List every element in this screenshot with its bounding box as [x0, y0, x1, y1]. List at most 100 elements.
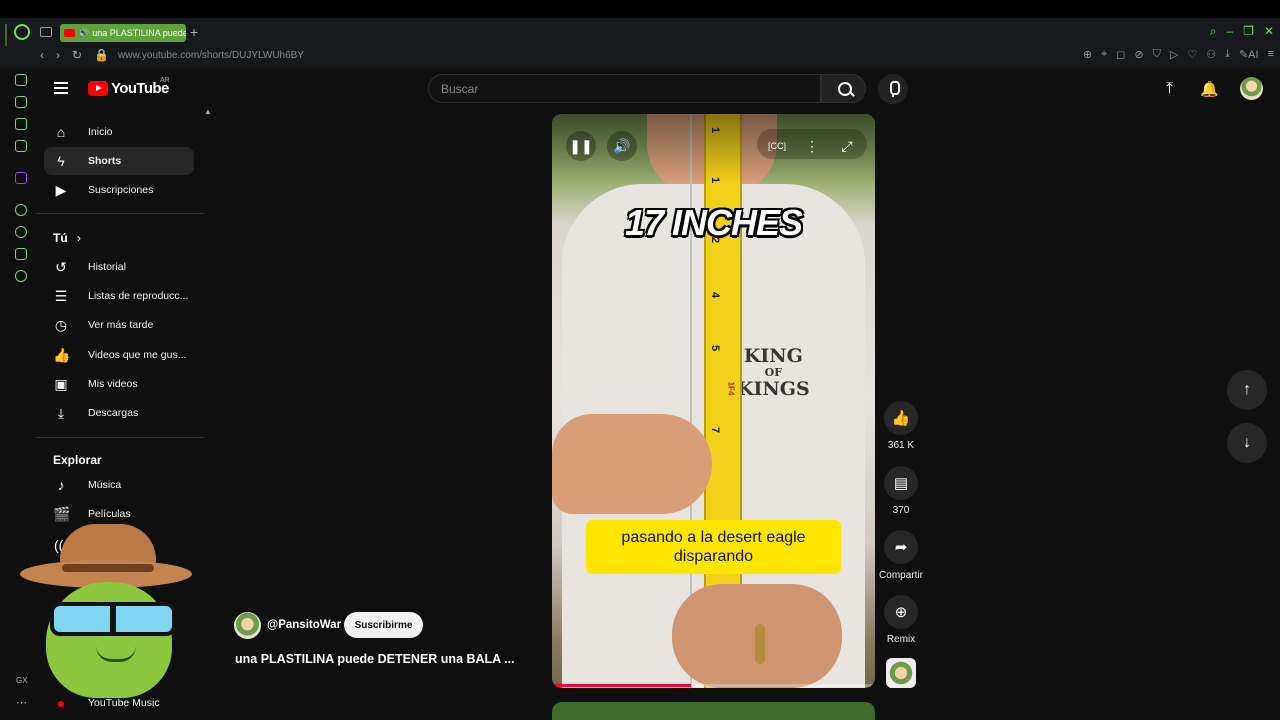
shirt-print: KING OF KINGS [737, 346, 810, 400]
tab-audio-icon[interactable]: 🔊 [78, 28, 89, 39]
gx-store-icon[interactable] [15, 96, 27, 108]
ai-label: AI [1248, 49, 1259, 61]
zoom-icon[interactable]: ⊕ [1083, 48, 1092, 61]
sidebar-explore-heading: Explorar [53, 453, 102, 467]
player-icon[interactable]: ▷ [1170, 48, 1178, 61]
extensions-icon[interactable] [15, 248, 27, 260]
downloads-icon[interactable]: ⤓ [1225, 48, 1230, 61]
video-left-hand [552, 414, 712, 514]
sound-channel-avatar[interactable] [886, 658, 916, 688]
ai-icon[interactable]: ✎AI [1239, 48, 1259, 61]
snapshot-icon[interactable]: ◻ [1116, 48, 1125, 61]
window-controls: ⌕ – ❐ ✕ [1210, 24, 1274, 39]
remix-button[interactable]: ⊕ [884, 595, 918, 629]
next-short-preview[interactable] [552, 702, 875, 720]
tape-mark: 5 [709, 344, 722, 352]
gx-control-icon[interactable] [15, 74, 27, 86]
opera-gx-logo-icon[interactable] [14, 24, 30, 40]
sidebar-item-label: Suscripciones [88, 184, 154, 196]
notifications-icon[interactable]: 🔔 [1200, 80, 1219, 98]
minimize-icon[interactable]: – [1226, 24, 1233, 39]
share-label: Compartir [879, 570, 923, 581]
sidebar-you-heading[interactable]: Tú › [53, 231, 81, 245]
close-window-icon[interactable]: ✕ [1264, 24, 1274, 39]
share-icon: ➦ [894, 539, 908, 556]
search-input[interactable]: Buscar [428, 74, 821, 103]
tab-manager-icon[interactable] [40, 27, 52, 37]
os-top-bar [0, 0, 1280, 18]
comments-button[interactable]: ▤ [884, 466, 918, 500]
back-icon[interactable]: ‹ [40, 48, 44, 62]
sidebar-item-descargas[interactable]: ⤓ Descargas [44, 399, 194, 427]
search-tabs-icon[interactable]: ⌕ [1210, 24, 1217, 39]
share-button[interactable]: ➦ [884, 530, 918, 564]
voice-search-button[interactable] [878, 74, 908, 104]
comment-count: 370 [892, 505, 910, 516]
arrow-down-icon: ↓ [1243, 434, 1251, 451]
tape-mark: 1F4 [726, 381, 736, 396]
heart-icon[interactable]: ♡ [1187, 48, 1197, 61]
menu-icon[interactable]: ≡ [1268, 48, 1274, 61]
video-progress-bar[interactable] [552, 684, 875, 687]
more-options-icon[interactable]: ⋮ [797, 131, 827, 161]
streamer-cactus-avatar-overlay [18, 520, 196, 710]
captions-icon[interactable]: [CC] [762, 131, 792, 161]
sidebar-item-historial[interactable]: ↺ Historial [44, 253, 194, 281]
youtube-favicon-icon [64, 29, 75, 37]
tape-mark: 7 [709, 426, 722, 434]
forward-icon[interactable]: › [56, 48, 60, 62]
gx-news-icon[interactable] [15, 118, 27, 130]
youtube-logo-icon[interactable] [88, 81, 108, 96]
subscribe-button[interactable]: Suscribirme [344, 612, 423, 638]
video-ring [755, 624, 765, 664]
sidebar-scroll-up-icon[interactable]: ▲ [204, 107, 212, 116]
like-button[interactable]: 👍 [884, 401, 918, 435]
pause-icon[interactable]: ❚❚ [566, 131, 596, 161]
sidebar-item-mis-videos[interactable]: ▣ Mis videos [44, 370, 194, 398]
account-avatar[interactable] [1240, 77, 1263, 100]
settings-icon[interactable] [15, 270, 27, 282]
adblock-icon[interactable]: ⊘ [1134, 48, 1143, 61]
you-heading-label: Tú [53, 231, 68, 245]
pin-icon[interactable]: ⌖ [1101, 48, 1107, 61]
search-button[interactable] [821, 74, 866, 103]
url-field[interactable]: www.youtube.com/shorts/DUJYLWUh6BY [118, 50, 304, 61]
tape-mark: 4 [709, 291, 722, 299]
sidebar-item-label: Descargas [88, 407, 139, 419]
browser-tab-active[interactable]: 🔊 una PLASTILINA puede [60, 24, 186, 42]
history-sidebar-icon[interactable] [15, 226, 27, 238]
player-sidebar-icon[interactable] [15, 204, 27, 216]
sidebar-item-listas[interactable]: ☰ Listas de reproducc... [44, 282, 194, 310]
upload-icon[interactable]: ⤒ [1166, 80, 1173, 98]
hamburger-menu-icon[interactable] [54, 82, 68, 94]
sidebar-item-shorts[interactable]: ϟ Shorts [44, 147, 194, 175]
video-progress-fill [552, 684, 691, 687]
twitch-icon[interactable] [15, 172, 27, 184]
sidebar-item-suscripciones[interactable]: ▶ Suscripciones [44, 176, 194, 204]
sidebar-item-musica[interactable]: ♪ Música [44, 471, 194, 499]
sidebar-item-videos-gustan[interactable]: 👍 Videos que me gus... [44, 341, 194, 369]
next-short-button[interactable]: ↓ [1227, 423, 1267, 463]
reload-icon[interactable]: ↻ [72, 48, 82, 62]
previous-short-button[interactable]: ↑ [1227, 370, 1267, 410]
restore-icon[interactable]: ❐ [1243, 24, 1254, 39]
short-title[interactable]: una PLASTILINA puede DETENER una BALA ..… [235, 652, 515, 666]
gx-messenger-icon[interactable] [15, 140, 27, 152]
fullscreen-icon[interactable]: ⤢ [832, 131, 862, 161]
sidebar-item-inicio[interactable]: ⌂ Inicio [44, 118, 194, 146]
lock-icon[interactable]: 🔒 [94, 48, 109, 62]
profile-icon[interactable]: ⚇ [1206, 48, 1216, 61]
address-bar-tools: ⊕ ⌖ ◻ ⊘ ⛉ ▷ ♡ ⚇ ⤓ ✎AI ≡ [1083, 48, 1274, 61]
sidebar-item-label: Mis videos [88, 378, 138, 390]
new-tab-icon[interactable]: + [190, 24, 198, 40]
playlist-icon: ☰ [54, 287, 68, 304]
channel-avatar[interactable] [234, 612, 261, 639]
sidebar-item-ver-mas-tarde[interactable]: ◷ Ver más tarde [44, 311, 194, 339]
volume-icon[interactable]: 🔊 [607, 131, 637, 161]
shield-icon[interactable]: ⛉ [1153, 48, 1161, 61]
short-video-player[interactable]: KINGOFKINGS 1 1 2 4 5 1F4 7 ❚❚ 🔊 [CC] ⋮ … [552, 114, 875, 688]
url-domain: www.youtube.com [118, 50, 200, 61]
sidebar-item-label: Ver más tarde [88, 319, 154, 331]
goggles [50, 602, 176, 636]
channel-name[interactable]: @PansitoWar [267, 619, 341, 631]
